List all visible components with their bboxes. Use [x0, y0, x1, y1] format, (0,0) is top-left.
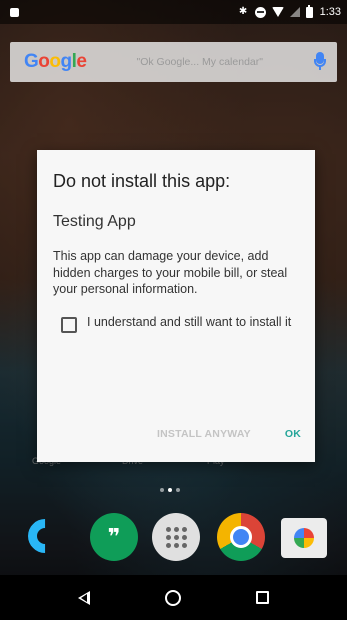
hangouts-glyph: ❞: [107, 524, 121, 549]
understand-checkbox-label[interactable]: I understand and still want to install i…: [87, 314, 291, 331]
hangouts-icon[interactable]: ❞: [90, 513, 138, 561]
app-drawer-icon[interactable]: [152, 513, 200, 561]
status-clock: 1:33: [319, 6, 341, 18]
dialog-actions: INSTALL ANYWAY OK: [157, 428, 301, 440]
install-warning-dialog: Do not install this app: Testing App Thi…: [37, 150, 315, 462]
search-hint: "Ok Google... My calendar": [136, 56, 263, 68]
install-anyway-button[interactable]: INSTALL ANYWAY: [157, 428, 251, 440]
photos-icon[interactable]: [281, 518, 327, 558]
google-logo: Google: [24, 51, 87, 72]
home-screen: ✱ 1:33 Google "Ok Google... My calendar"…: [0, 0, 347, 620]
warning-message: This app can damage your device, add hid…: [53, 249, 288, 296]
bluetooth-icon: ✱: [238, 6, 248, 17]
google-search-bar[interactable]: Google "Ok Google... My calendar": [10, 42, 337, 82]
chrome-icon[interactable]: [217, 513, 265, 561]
cell-signal-icon: [289, 7, 300, 17]
understand-checkbox[interactable]: [61, 316, 77, 333]
wifi-icon: [271, 7, 284, 17]
back-icon[interactable]: [77, 590, 90, 605]
status-bar: ✱ 1:33: [0, 0, 347, 24]
page-indicator: [160, 488, 180, 492]
app-name: Testing App: [53, 213, 136, 230]
page-dot: [160, 488, 164, 492]
page-dot: [176, 488, 180, 492]
ok-button[interactable]: OK: [285, 428, 301, 440]
phone-icon[interactable]: [20, 511, 70, 561]
home-icon[interactable]: [164, 589, 181, 606]
do-not-disturb-icon: [254, 6, 266, 18]
battery-icon: [305, 4, 313, 18]
recents-icon[interactable]: [256, 591, 270, 604]
understand-checkbox-row[interactable]: I understand and still want to install i…: [53, 314, 299, 333]
dock: ❞: [0, 505, 347, 575]
dialog-title: Do not install this app:: [53, 171, 231, 191]
navigation-bar: [0, 575, 347, 620]
notification-icon: [10, 7, 19, 17]
mic-icon[interactable]: [313, 52, 327, 72]
page-dot-active: [168, 488, 172, 492]
